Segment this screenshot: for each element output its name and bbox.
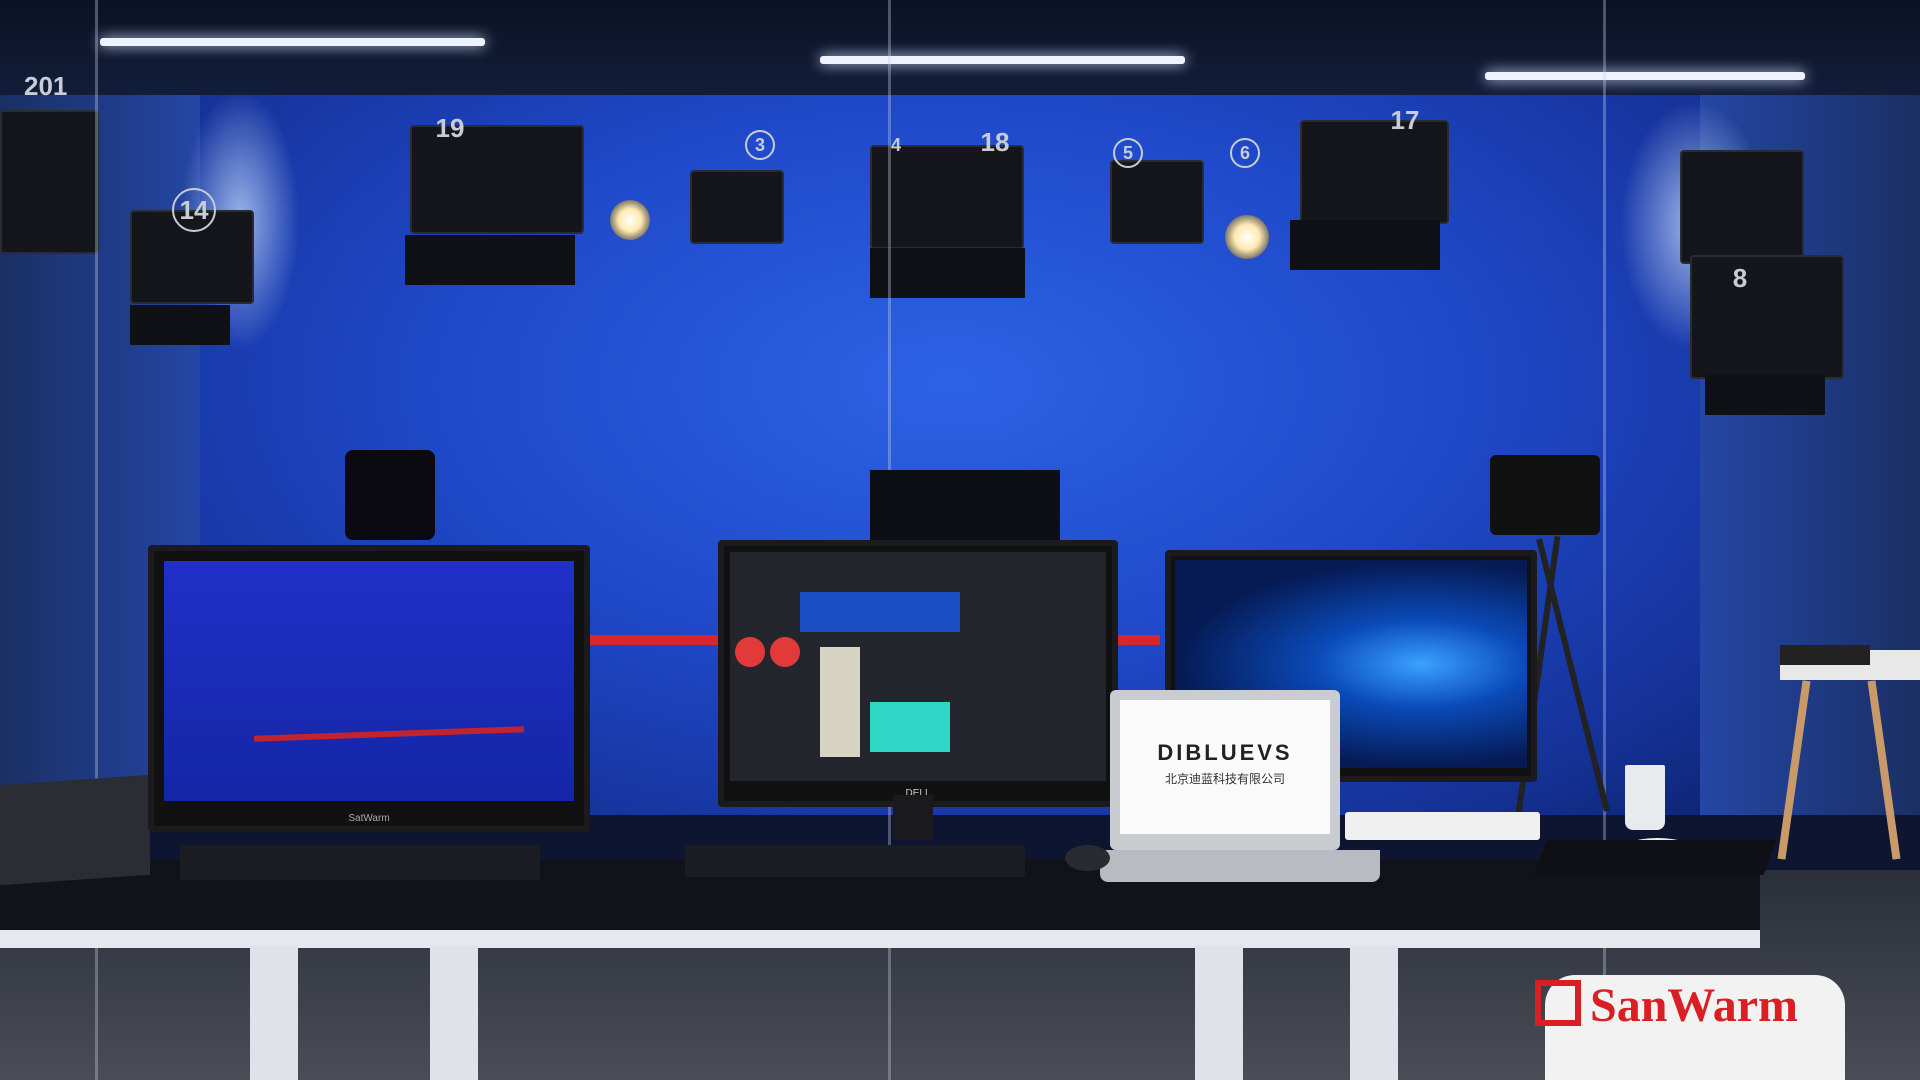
light-number: 5 [1113, 138, 1143, 168]
desk-leg [1350, 945, 1398, 1080]
side-table-device [1780, 645, 1870, 665]
white-keyboard [1345, 812, 1540, 840]
desk-leg [1195, 945, 1243, 1080]
record-button [770, 637, 800, 667]
monitor-brand: SatWarm [348, 813, 390, 824]
desk-leg [430, 945, 478, 1080]
ceiling-tube-light [820, 56, 1185, 64]
preview-monitor: SatWarm [148, 545, 590, 832]
barn-door [405, 235, 575, 285]
desk-leg [250, 945, 298, 1080]
audio-mixer [0, 774, 150, 886]
laptop-screen: DIBLUEVS 北京迪蓝科技有限公司 [1120, 700, 1330, 834]
brand-logo-mark [1535, 980, 1581, 1026]
monitor-stand [893, 795, 933, 840]
studio-light [690, 170, 784, 244]
light-number: 14 [172, 188, 216, 232]
switcher-monitor: DELL [718, 540, 1118, 807]
program-preview [800, 592, 960, 632]
barn-door [130, 305, 230, 345]
mouse-pad [1533, 840, 1777, 875]
light-number: 3 [745, 130, 775, 160]
mouse [1065, 845, 1110, 871]
light-number: 17 [1390, 105, 1420, 135]
studio-light [0, 110, 99, 254]
keyboard [685, 845, 1025, 877]
ceiling-tube-light [1485, 72, 1805, 80]
studio-camera [1490, 455, 1600, 535]
barn-door [1705, 375, 1825, 415]
color-preview-box [870, 702, 950, 752]
ceiling-tube-light [100, 38, 485, 46]
light-number: 8 [1732, 263, 1748, 293]
light-number: 18 [980, 127, 1010, 157]
brand-watermark: SanWarm [1590, 979, 1799, 1032]
laptop-lid: DIBLUEVS 北京迪蓝科技有限公司 [1110, 690, 1340, 850]
fresnel-lens [1225, 215, 1269, 259]
preview-screen [164, 561, 574, 801]
dialog-panel [820, 647, 860, 757]
fresnel-lens [610, 200, 650, 240]
studio-light [1300, 120, 1449, 224]
light-number: 19 [435, 113, 465, 143]
barn-door [1290, 220, 1440, 270]
studio-scene: 201 19 14 3 4 18 5 6 17 8 SatWarm DELL D… [0, 0, 1920, 1080]
company-name: 北京迪蓝科技有限公司 [1164, 772, 1285, 786]
company-logo: DIBLUEVS [1157, 740, 1293, 765]
laptop-base [1100, 850, 1380, 882]
barn-door [870, 248, 1025, 298]
switcher-unit [180, 845, 540, 880]
light-number: 201 [24, 71, 68, 101]
studio-light [1690, 255, 1844, 379]
light-number: 6 [1230, 138, 1260, 168]
red-stripe-preview [253, 726, 525, 742]
paper-cup [1625, 765, 1665, 830]
studio-light [1110, 160, 1204, 244]
studio-light [1680, 150, 1804, 264]
studio-camera [345, 450, 435, 540]
record-button [735, 637, 765, 667]
switcher-software-ui [730, 552, 1106, 781]
teleprompter [870, 470, 1060, 540]
light-number: 4 [890, 135, 901, 155]
